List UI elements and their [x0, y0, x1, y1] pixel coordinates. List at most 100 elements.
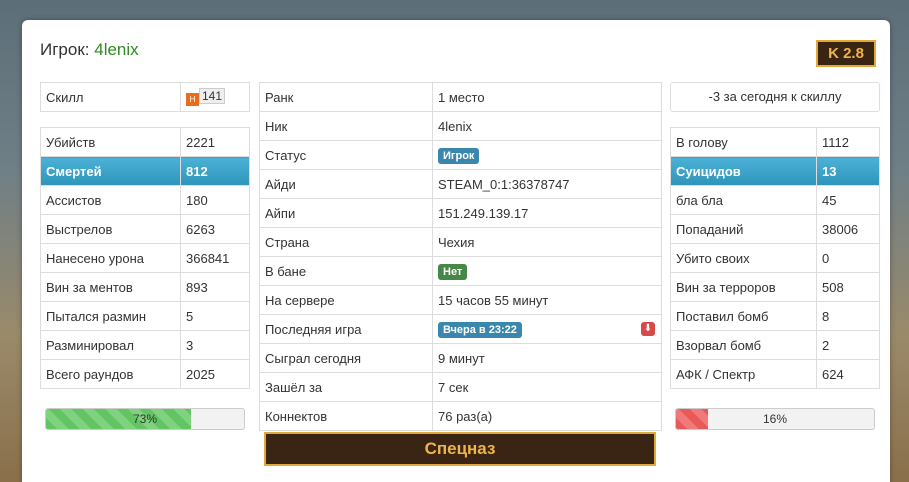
table-row: Страна Чехия [259, 227, 662, 257]
table-row: АФК / Спектр 624 [670, 359, 880, 389]
info-badge: Игрок [438, 147, 480, 164]
table-row: Взорвал бомб 2 [670, 330, 880, 360]
info-value-cell: 7 сек [432, 372, 662, 402]
stat-label: Взорвал бомб [670, 330, 817, 360]
info-label: Айди [259, 169, 433, 199]
table-row: Скилл H 141 [40, 82, 250, 112]
info-label: Последняя игра [259, 314, 433, 344]
table-row: Убийств 2221 [40, 127, 250, 157]
info-value-cell: 15 часов 55 минут [432, 285, 662, 315]
stat-value: 2221 [180, 127, 250, 157]
stat-value: 2025 [180, 359, 250, 389]
stat-label: Нанесено урона [40, 243, 181, 273]
download-icon[interactable]: ⬇ [641, 322, 655, 336]
table-row: Ник 4lenix [259, 111, 662, 141]
stat-value: 366841 [180, 243, 250, 273]
info-value-cell: STEAM_0:1:36378747 [432, 169, 662, 199]
table-row: Ассистов 180 [40, 185, 250, 215]
table-row: Ранк 1 место [259, 82, 662, 112]
stat-label: бла бла [670, 185, 817, 215]
stat-value: 0 [816, 243, 880, 273]
player-stats-panel: Игрок: 4lenix K 2.8 Скилл H 141 Убийств 22… [22, 20, 890, 482]
table-row: Суицидов 13 [670, 156, 880, 186]
table-row: Вин за терроров 508 [670, 272, 880, 302]
stat-label: Всего раундов [40, 359, 181, 389]
table-row: В бане Нет [259, 256, 662, 286]
table-row: На сервере 15 часов 55 минут [259, 285, 662, 315]
rank-title-banner: Спецназ [264, 432, 656, 466]
stat-label: Убийств [40, 127, 181, 157]
stat-label: Разминировал [40, 330, 181, 360]
skill-today-box: -3 за сегодня к скиллу [670, 82, 880, 112]
table-row: Убито своих 0 [670, 243, 880, 273]
info-value-cell: 9 минут [432, 343, 662, 373]
stat-label: В голову [670, 127, 817, 157]
info-label: На сервере [259, 285, 433, 315]
stat-value: 180 [180, 185, 250, 215]
table-row: Всего раундов 2025 [40, 359, 250, 389]
info-label: Ранк [259, 82, 433, 112]
page-title: Игрок: 4lenix [40, 40, 139, 60]
table-row: Айди STEAM_0:1:36378747 [259, 169, 662, 199]
k-ratio-badge: K 2.8 [816, 40, 876, 67]
stat-value: 38006 [816, 214, 880, 244]
table-row: Зашёл за 7 сек [259, 372, 662, 402]
stat-value: 2 [816, 330, 880, 360]
stat-value: 45 [816, 185, 880, 215]
stat-value: 893 [180, 272, 250, 302]
info-value-cell: 76 раз(а) [432, 401, 662, 431]
right-progress-text: 16% [762, 412, 788, 426]
info-badge: Вчера в 23:22 [438, 321, 522, 338]
info-label: Коннектов [259, 401, 433, 431]
info-label: В бане [259, 256, 433, 286]
stat-value: 13 [816, 156, 880, 186]
stat-value: 8 [816, 301, 880, 331]
table-row: бла бла 45 [670, 185, 880, 215]
stat-value: 624 [816, 359, 880, 389]
stat-value: 6263 [180, 214, 250, 244]
stat-label: Поставил бомб [670, 301, 817, 331]
table-row: Разминировал 3 [40, 330, 250, 360]
stat-label: Убито своих [670, 243, 817, 273]
table-row: Сыграл сегодня 9 минут [259, 343, 662, 373]
table-row: Айпи 151.249.139.17 [259, 198, 662, 228]
table-row: Вин за ментов 893 [40, 272, 250, 302]
table-row: Коннектов 76 раз(а) [259, 401, 662, 431]
info-value-cell: Нет [432, 256, 662, 286]
stat-label: Вин за ментов [40, 272, 181, 302]
stat-label: Суицидов [670, 156, 817, 186]
table-row: Нанесено урона 366841 [40, 243, 250, 273]
skill-table: Скилл H 141 [40, 82, 250, 112]
table-row: Статус Игрок [259, 140, 662, 170]
info-label: Статус [259, 140, 433, 170]
stat-value: 1112 [816, 127, 880, 157]
player-name[interactable]: 4lenix [94, 40, 138, 59]
table-row: В голову 1112 [670, 127, 880, 157]
table-row: Пытался размин 5 [40, 301, 250, 331]
info-value-cell: Вчера в 23:22 ⬇ [432, 314, 662, 344]
stat-label: Ассистов [40, 185, 181, 215]
info-value-cell: 151.249.139.17 [432, 198, 662, 228]
info-label: Ник [259, 111, 433, 141]
info-badge: Нет [438, 263, 468, 280]
info-label: Сыграл сегодня [259, 343, 433, 373]
skill-rank-icon: H [186, 93, 199, 106]
info-value-cell: Чехия [432, 227, 662, 257]
left-progress-bar: 73% [45, 408, 245, 430]
skill-value-cell: H 141 [180, 82, 250, 112]
info-label: Зашёл за [259, 372, 433, 402]
right-stats-table: В голову 1112 Суицидов 13 бла бла 45 Попаданий… [670, 127, 880, 389]
stat-label: Пытался размин [40, 301, 181, 331]
info-value-cell: 4lenix [432, 111, 662, 141]
stat-value: 508 [816, 272, 880, 302]
info-value-cell: 1 место [432, 82, 662, 112]
skill-label: Скилл [40, 82, 181, 112]
stat-label: Вин за терроров [670, 272, 817, 302]
table-row: Последняя игра Вчера в 23:22 ⬇ [259, 314, 662, 344]
info-label: Айпи [259, 198, 433, 228]
table-row: Попаданий 38006 [670, 214, 880, 244]
player-label: Игрок: [40, 40, 90, 59]
info-value-cell: Игрок [432, 140, 662, 170]
left-stats-table: Убийств 2221 Смертей 812 Ассистов 180 Выстрело… [40, 127, 250, 389]
stat-label: АФК / Спектр [670, 359, 817, 389]
